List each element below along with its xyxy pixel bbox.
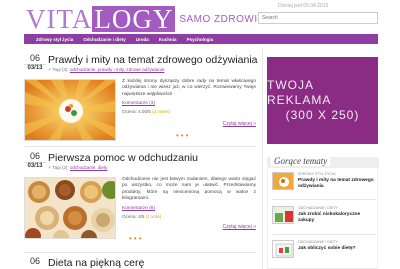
post-thumbnail[interactable] bbox=[24, 177, 116, 239]
post-thumbnail[interactable] bbox=[24, 79, 116, 141]
site-logo[interactable]: VITA LOGY SAMO ZDROWIE bbox=[26, 4, 265, 34]
post-day: 06 bbox=[29, 256, 40, 266]
post-divider bbox=[24, 146, 256, 147]
post-meta: ⚡ Tagi (2): odchudzanie, diety bbox=[48, 165, 107, 171]
rating-votes: (1 vote) bbox=[145, 214, 162, 219]
post-date: 06 03/13 bbox=[24, 54, 46, 72]
rating-value: 4.00/5 bbox=[138, 109, 151, 114]
post-month: 03/13 bbox=[24, 64, 46, 72]
hot-topic-category: ODCHUDZANIE I DIETY bbox=[298, 206, 338, 210]
post-date: 06 bbox=[24, 257, 46, 266]
logo-text-logy: LOGY bbox=[92, 4, 176, 34]
post-comments-link[interactable]: Komentarze (6) bbox=[122, 206, 155, 211]
rating-label: Ocena: bbox=[122, 214, 137, 219]
ad-line-1: TWOJA REKLAMA bbox=[267, 78, 332, 107]
ad-line-2: (300 X 250) bbox=[285, 108, 360, 122]
hot-topic-thumbnail bbox=[272, 172, 294, 190]
rating-label: Ocena: bbox=[122, 109, 137, 114]
separator-dots: ••• bbox=[129, 234, 144, 243]
hot-topic-thumbnail bbox=[272, 240, 294, 258]
hot-topic-divider bbox=[272, 199, 376, 200]
post-meta: ⚡ Tagi (3): odchudzanie, prawdy i mity, … bbox=[48, 67, 164, 73]
read-more-link[interactable]: Czytaj więcej » bbox=[223, 224, 256, 230]
post-excerpt: Odchudzanie nie jest łatwym zadaniem, dl… bbox=[122, 177, 256, 201]
post-item: 06 Dieta na piękną cerę bbox=[24, 257, 256, 269]
advertisement-banner[interactable]: TWOJA REKLAMA (300 X 250) bbox=[267, 57, 378, 144]
hot-topic-divider bbox=[272, 234, 376, 235]
hot-topics-title: Gorące tematy bbox=[271, 156, 331, 166]
hot-topic-thumbnail bbox=[272, 206, 294, 224]
post-title[interactable]: Pierwsza pomoc w odchudzaniu bbox=[48, 152, 198, 164]
post-divider bbox=[24, 252, 256, 253]
nav-item-kitchen[interactable]: Kuchnia bbox=[159, 37, 177, 42]
logo-tagline: SAMO ZDROWIE bbox=[179, 13, 265, 25]
separator-dots: ••• bbox=[176, 131, 191, 140]
post-month: 03/13 bbox=[24, 162, 46, 170]
hot-topic-title[interactable]: Jak zrobić niskokaloryczne zakupy bbox=[298, 212, 376, 224]
food-sunburst-image bbox=[25, 80, 115, 140]
nuts-seeds-image bbox=[25, 178, 115, 238]
nav-item-healthy-life[interactable]: Zdrowy styl życia bbox=[36, 37, 73, 42]
nav-item-psychology[interactable]: Psychologia bbox=[187, 37, 214, 42]
hot-topic-category: ZDROWY STYL ŻYCIA bbox=[298, 172, 336, 176]
hot-topic-item[interactable]: ZDROWY STYL ŻYCIA Prawdy i mity na temat… bbox=[272, 170, 376, 200]
post-title[interactable]: Prawdy i mity na temat zdrowego odżywian… bbox=[48, 54, 258, 66]
rating-value: 4/5 bbox=[138, 214, 145, 219]
post-date: 06 03/13 bbox=[24, 152, 46, 170]
post-tags[interactable]: odchudzanie, diety bbox=[70, 165, 108, 170]
hot-topic-title[interactable]: Prawdy i mity na temat zdrowego odżywian… bbox=[298, 178, 376, 190]
post-day: 06 bbox=[29, 53, 40, 63]
post-comments-link[interactable]: Komentarze (3) bbox=[122, 101, 155, 106]
hot-topics-widget: Gorące tematy ZDROWY STYL ŻYCIA Prawdy i… bbox=[267, 156, 379, 269]
tag-icon: ⚡ bbox=[48, 67, 52, 72]
post-tags-prefix: Tagi (3): bbox=[52, 67, 69, 72]
tag-icon: ⚡ bbox=[48, 165, 52, 170]
search-input[interactable] bbox=[262, 15, 374, 21]
hot-topic-title[interactable]: Jak obliczyć sobie dietę? bbox=[298, 246, 376, 252]
nav-item-diets[interactable]: Odchudzanie i diety bbox=[83, 37, 126, 42]
post-rating: Ocena: 4.00/5 (2 votes) bbox=[122, 109, 170, 114]
post-tags[interactable]: odchudzanie, prawdy i mity, zdrowe odżyw… bbox=[70, 67, 164, 72]
hot-topic-category: ODCHUDZANIE I DIETY bbox=[298, 240, 338, 244]
post-tags-prefix: Tagi (2): bbox=[52, 165, 69, 170]
sidebar-divider bbox=[262, 47, 263, 269]
post-rating: Ocena: 4/5 (1 vote) bbox=[122, 214, 161, 219]
current-date: Dzisiaj jest 05.04.2013 bbox=[278, 3, 329, 9]
nav-item-beauty[interactable]: Uroda bbox=[136, 37, 149, 42]
hot-topic-item[interactable]: ODCHUDZANIE I DIETY Jak zrobić niskokalo… bbox=[272, 204, 376, 234]
page: VITA LOGY SAMO ZDROWIE Dzisiaj jest 05.0… bbox=[0, 0, 400, 269]
post-excerpt: Z każdej strony dysząszy dobre rady na t… bbox=[122, 79, 256, 97]
read-more-link[interactable]: Czytaj więcej » bbox=[223, 121, 256, 127]
post-title[interactable]: Dieta na piękną cerę bbox=[48, 257, 144, 269]
post-item: 06 03/13 Pierwsza pomoc w odchudzaniu ⚡ … bbox=[24, 152, 256, 248]
post-item: 06 03/13 Prawdy i mity na temat zdrowego… bbox=[24, 54, 258, 144]
hot-topic-item[interactable]: ODCHUDZANIE I DIETY Jak obliczyć sobie d… bbox=[272, 238, 376, 268]
search-box[interactable] bbox=[258, 12, 378, 24]
logo-text-vita: VITA bbox=[26, 4, 93, 34]
post-day: 06 bbox=[29, 151, 40, 161]
main-nav: Zdrowy styl życia Odchudzanie i diety Ur… bbox=[24, 34, 378, 44]
rating-votes: (2 votes) bbox=[152, 109, 171, 114]
